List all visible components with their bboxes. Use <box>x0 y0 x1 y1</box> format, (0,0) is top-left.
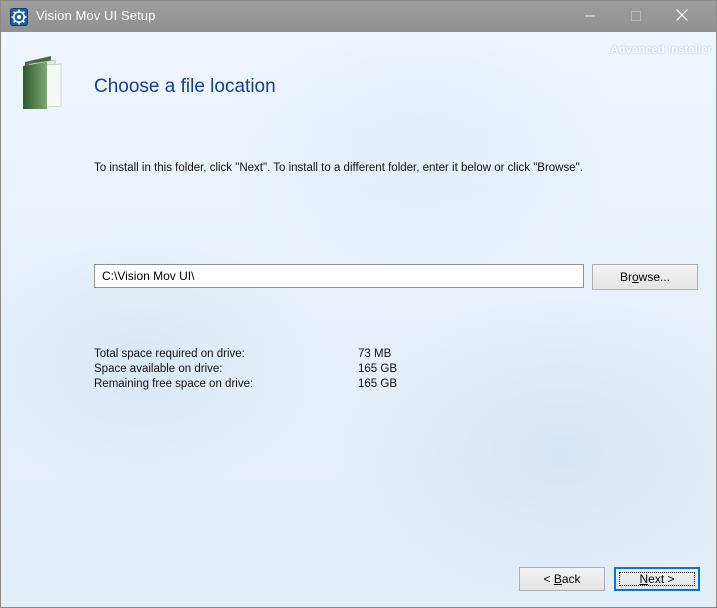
install-path-input[interactable] <box>94 264 584 288</box>
browse-button[interactable]: Br o wse... <box>592 264 698 290</box>
setup-window: Vision Mov UI Setup Advanced Installer C… <box>0 0 717 608</box>
browse-label-pre: Br <box>619 270 632 284</box>
brand-watermark: Advanced Installer <box>610 44 712 56</box>
space-required-value: 73 MB <box>358 348 392 360</box>
space-available-label: Space available on drive: <box>94 363 223 375</box>
back-label-rest: ack <box>561 572 581 586</box>
close-button[interactable] <box>659 1 705 32</box>
space-required-label: Total space required on drive: <box>94 348 245 360</box>
window-title: Vision Mov UI Setup <box>36 8 156 23</box>
minimize-icon <box>585 8 595 26</box>
maximize-icon <box>631 8 641 26</box>
page-title: Choose a file location <box>94 76 276 97</box>
focus-indicator <box>619 572 695 586</box>
setup-gear-icon <box>10 8 28 26</box>
back-button[interactable]: < Back <box>519 567 605 591</box>
instruction-text: To install in this folder, click "Next".… <box>94 162 583 174</box>
space-remaining-label: Remaining free space on drive: <box>94 378 254 390</box>
folder-icon <box>21 52 67 110</box>
close-icon <box>676 8 688 26</box>
back-label-hotkey: B <box>553 572 562 586</box>
space-remaining-value: 165 GB <box>358 378 397 390</box>
title-bar[interactable]: Vision Mov UI Setup <box>1 1 716 32</box>
maximize-button[interactable] <box>613 1 659 32</box>
browse-label-post: wse... <box>638 270 671 284</box>
dialog-content: Advanced Installer Choose a file locatio… <box>1 32 716 607</box>
space-available-value: 165 GB <box>358 363 397 375</box>
next-button[interactable]: Next > <box>614 567 700 591</box>
back-label-prefix: < <box>543 572 554 586</box>
minimize-button[interactable] <box>567 1 613 32</box>
browse-label-hotkey: o <box>631 270 639 284</box>
